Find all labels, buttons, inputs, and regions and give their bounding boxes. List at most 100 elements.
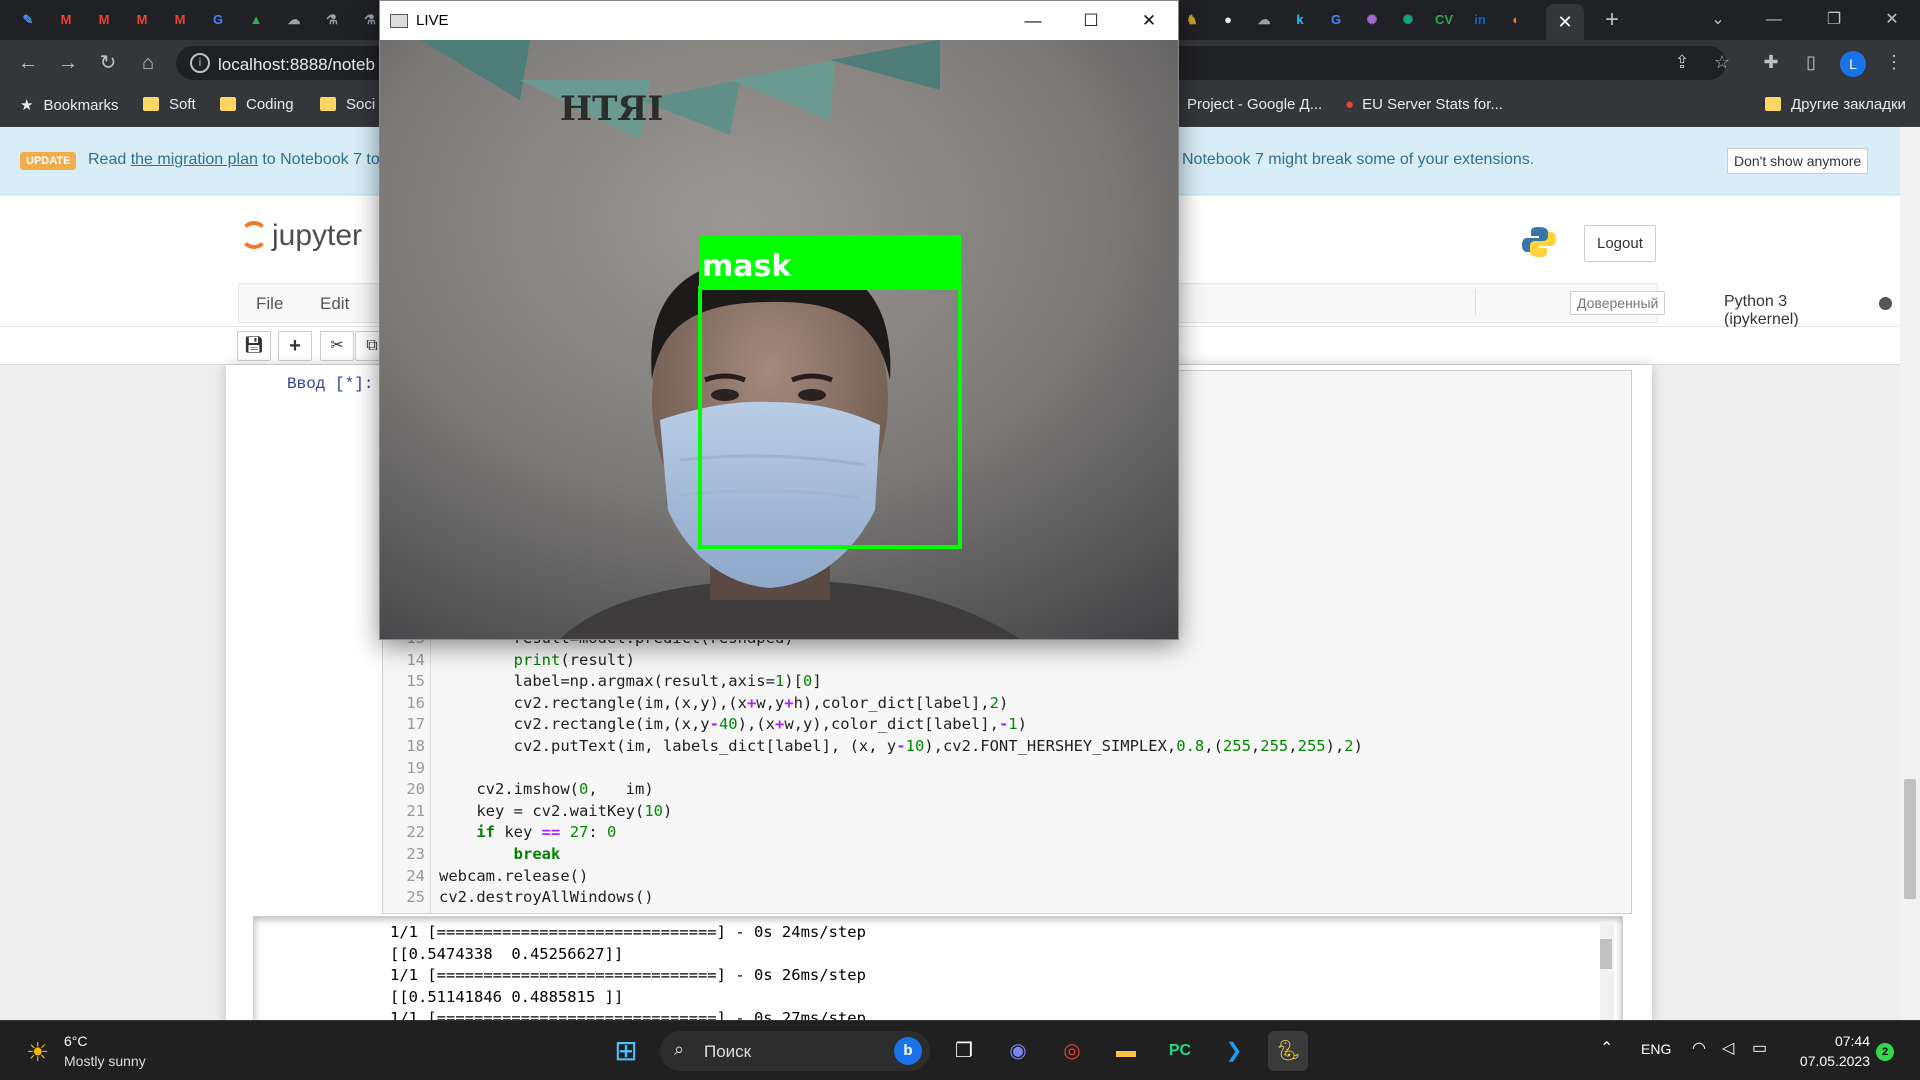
clock-date[interactable]: 07.05.2023	[1786, 1053, 1870, 1069]
site-info-icon[interactable]: i	[190, 53, 210, 73]
cv-icon[interactable]: CV	[1432, 8, 1456, 32]
gmail-icon[interactable]: M	[168, 8, 192, 32]
chrome-icon[interactable]: ◎	[1052, 1031, 1092, 1071]
code-line[interactable]: 16 cv2.rectangle(im,(x,y),(x+w,y+h),colo…	[383, 694, 1623, 715]
code-line[interactable]: 24 webcam.release()	[383, 867, 1623, 888]
weather-temperature[interactable]: 6°C	[64, 1033, 88, 1049]
share-icon[interactable]: ⇪	[1668, 48, 1696, 76]
output-scrollbar-thumb[interactable]	[1600, 939, 1612, 969]
linkedin-icon[interactable]: in	[1468, 8, 1492, 32]
live-close-icon[interactable]: ✕	[1120, 1, 1178, 40]
teams-chat-icon[interactable]: ◉	[998, 1031, 1038, 1071]
logout-button[interactable]: Logout	[1584, 225, 1656, 262]
tab-search-chevron-icon[interactable]: ⌄	[1692, 0, 1744, 40]
live-minimize-icon[interactable]: —	[1004, 1, 1062, 40]
bookmarks-item[interactable]: ★ Bookmarks	[20, 96, 118, 114]
close-icon[interactable]: ✕	[1866, 0, 1918, 40]
line-number: 15	[406, 672, 425, 691]
code-line[interactable]: 20 cv2.imshow(0, im)	[383, 780, 1623, 801]
bookmark-folder-soft[interactable]: Soft	[143, 96, 196, 113]
chatgpt-icon[interactable]: ✺	[1396, 8, 1420, 32]
insert-cell-icon[interactable]: +	[278, 331, 312, 361]
google-icon[interactable]: G	[1324, 8, 1348, 32]
bookmark-star-icon[interactable]: ☆	[1708, 48, 1736, 76]
chatgpt-icon[interactable]: ✺	[1360, 8, 1384, 32]
code-line[interactable]: 15 label=np.argmax(result,axis=1)[0]	[383, 672, 1623, 693]
bookmark-folder-social[interactable]: Soci	[320, 96, 375, 113]
migration-plan-link[interactable]: the migration plan	[131, 151, 258, 168]
cut-icon[interactable]: ✂	[320, 331, 354, 361]
battery-icon[interactable]: ▭	[1752, 1038, 1767, 1058]
live-window-titlebar[interactable]: LIVE — ☐ ✕	[380, 1, 1178, 40]
profile-avatar[interactable]: L	[1840, 51, 1866, 77]
bing-icon[interactable]: b	[894, 1037, 922, 1065]
notification-badge[interactable]: 2	[1876, 1043, 1894, 1061]
code-line[interactable]: 21 key = cv2.waitKey(10)	[383, 802, 1623, 823]
python-icon[interactable]: 🐍︎	[1268, 1031, 1308, 1071]
python-logo-icon	[1522, 227, 1556, 257]
google-icon[interactable]: G	[206, 8, 230, 32]
trusted-indicator[interactable]: Доверенный	[1570, 291, 1666, 315]
wifi-icon[interactable]: ◠	[1692, 1038, 1706, 1058]
active-tab-close-icon[interactable]: ✕	[1546, 4, 1584, 40]
game-icon[interactable]: ♞	[1180, 8, 1204, 32]
cloud-icon[interactable]: ☁	[282, 8, 306, 32]
menu-edit[interactable]: Edit	[320, 294, 349, 314]
drive-icon[interactable]: ▲	[244, 8, 268, 32]
kernel-name[interactable]: Python 3 (ipykernel)	[1724, 293, 1799, 329]
file-explorer-icon[interactable]: ▬	[1106, 1031, 1146, 1071]
k-icon[interactable]: k	[1288, 8, 1312, 32]
jupyter-icon[interactable]: ◐	[1504, 8, 1528, 32]
task-view-icon[interactable]: ❐	[944, 1031, 984, 1071]
pen-icon[interactable]: ✎	[16, 8, 40, 32]
bookmark-folder-coding[interactable]: Coding	[220, 96, 294, 113]
code-line[interactable]: 22 if key == 27: 0	[383, 823, 1623, 844]
reload-icon[interactable]: ↻	[92, 47, 124, 79]
menu-file[interactable]: File	[256, 294, 283, 314]
cloud-icon[interactable]: ☁	[1252, 8, 1276, 32]
code-line[interactable]: 17 cv2.rectangle(im,(x,y-40),(x+w,y),col…	[383, 715, 1623, 736]
bookmark-project[interactable]: Project - Google Д...	[1187, 96, 1322, 113]
code-line[interactable]: 25 cv2.destroyAllWindows()	[383, 888, 1623, 909]
output-scrollbar[interactable]	[1600, 923, 1614, 1020]
save-icon[interactable]: 💾︎	[237, 331, 271, 361]
vscode-icon[interactable]: ❯	[1214, 1031, 1254, 1071]
restore-icon[interactable]: ❐	[1808, 0, 1860, 40]
menu-kebab-icon[interactable]: ⋮	[1880, 48, 1908, 76]
flask-icon[interactable]: ⚗	[320, 8, 344, 32]
code-line[interactable]: 14 print(result)	[383, 651, 1623, 672]
code-line[interactable]: 19	[383, 759, 1623, 780]
code-line[interactable]: 23 break	[383, 845, 1623, 866]
page-scrollbar-thumb[interactable]	[1904, 779, 1916, 899]
banner-message: Read the migration plan to Notebook 7 to	[88, 151, 380, 168]
code-text: if key == 27: 0	[476, 823, 617, 842]
gmail-icon[interactable]: M	[54, 8, 78, 32]
extensions-icon[interactable]: ✚	[1757, 48, 1785, 76]
back-icon[interactable]: ←	[12, 47, 44, 79]
minimize-icon[interactable]: —	[1748, 0, 1800, 40]
gmail-icon[interactable]: M	[130, 8, 154, 32]
language-indicator[interactable]: ENG	[1641, 1041, 1671, 1057]
volume-icon[interactable]: ◁	[1722, 1038, 1734, 1058]
taskbar-search[interactable]: ⌕ Поиск b	[660, 1031, 930, 1071]
bookmark-eu-server-stats[interactable]: ● EU Server Stats for...	[1345, 96, 1503, 113]
start-icon[interactable]: ⊞	[606, 1031, 646, 1071]
pycharm-icon[interactable]: PC	[1160, 1031, 1200, 1071]
github-icon[interactable]: ●	[1216, 8, 1240, 32]
live-window[interactable]: LIVE — ☐ ✕ HTЯI mask	[379, 0, 1179, 640]
other-bookmarks[interactable]: Другие закладки	[1765, 96, 1906, 113]
weather-sun-icon[interactable]: ☀	[26, 1037, 49, 1068]
forward-icon[interactable]: →	[52, 47, 84, 79]
gmail-icon[interactable]: M	[92, 8, 116, 32]
jupyter-logo[interactable]: jupyter	[240, 219, 362, 253]
home-icon[interactable]: ⌂	[132, 47, 164, 79]
side-panel-icon[interactable]: ▯	[1797, 48, 1825, 76]
dont-show-anymore-button[interactable]: Don't show anymore	[1727, 148, 1869, 174]
clock-time[interactable]: 07:44	[1796, 1033, 1870, 1049]
new-tab-icon[interactable]: +	[1586, 0, 1638, 40]
tray-chevron-icon[interactable]: ⌃	[1600, 1038, 1613, 1058]
code-line[interactable]: 18 cv2.putText(im, labels_dict[label], (…	[383, 737, 1623, 758]
weather-description[interactable]: Mostly sunny	[64, 1053, 146, 1069]
live-maximize-icon[interactable]: ☐	[1062, 1, 1120, 40]
line-number: 24	[406, 866, 425, 885]
